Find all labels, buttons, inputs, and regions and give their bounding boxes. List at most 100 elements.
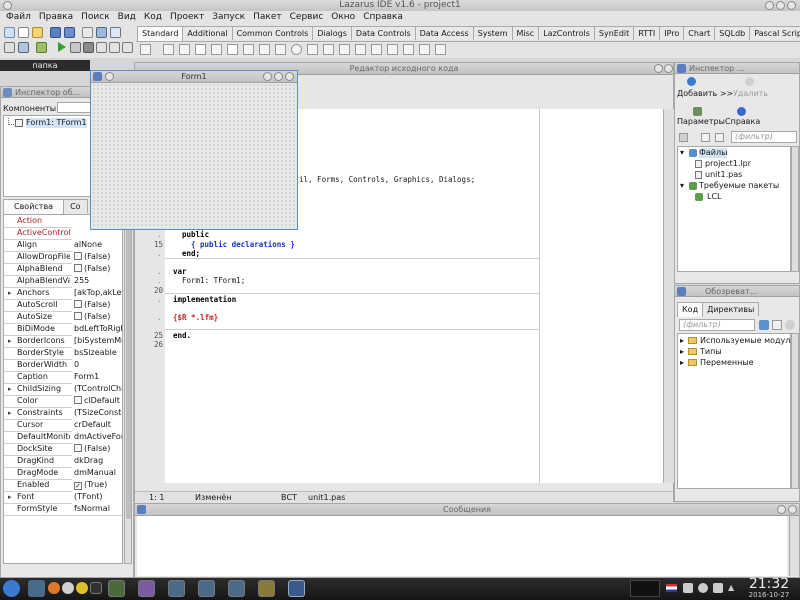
open-icon[interactable]	[32, 27, 43, 38]
tab-properties[interactable]: Свойства	[3, 199, 65, 214]
task-lazarus-4-icon[interactable]	[198, 580, 215, 597]
property-value[interactable]: alNone	[72, 239, 122, 251]
change-build-mode-icon[interactable]	[36, 42, 47, 53]
menu-item-1[interactable]: Правка	[35, 11, 77, 23]
palette-tab-lazcontrols[interactable]: LazControls	[538, 26, 595, 40]
project-filter-input[interactable]: (фильтр)	[731, 131, 797, 143]
checkbox-icon[interactable]	[74, 264, 82, 272]
step-over-icon[interactable]	[109, 42, 120, 53]
palette-checkbox-icon[interactable]	[275, 44, 286, 55]
palette-tab-chart[interactable]: Chart	[683, 26, 716, 40]
property-row-formstyle[interactable]: FormStyle fsNormal	[4, 503, 122, 516]
menu-item-3[interactable]: Вид	[114, 11, 140, 23]
network-icon[interactable]	[713, 583, 723, 593]
form-design-surface[interactable]	[92, 83, 296, 229]
pause-icon[interactable]	[70, 42, 81, 53]
task-lazarus-2-icon[interactable]	[138, 580, 155, 597]
palette-tab-data-controls[interactable]: Data Controls	[350, 26, 416, 40]
property-value[interactable]: Form1	[72, 371, 122, 383]
tab-directives[interactable]: Директивы	[702, 302, 760, 316]
task-lazarus-1-icon[interactable]	[108, 580, 125, 597]
tree-expand-icon[interactable]: ▸	[680, 347, 684, 357]
messages-menu-icon[interactable]	[777, 505, 786, 514]
form-designer-close-icon[interactable]	[285, 72, 294, 81]
property-value[interactable]: (False)	[72, 443, 122, 455]
tree-item-lcl[interactable]: LCL	[707, 192, 722, 202]
view-units-icon[interactable]	[110, 27, 121, 38]
property-value[interactable]: (TFont)	[72, 491, 122, 503]
palette-tab-dialogs[interactable]: Dialogs	[312, 26, 352, 40]
property-value[interactable]: (False)	[72, 299, 122, 311]
property-value[interactable]: dkDrag	[72, 455, 122, 467]
open-file-icon[interactable]	[679, 133, 688, 142]
terminal-icon[interactable]	[90, 582, 102, 594]
property-value[interactable]: (TSizeConstra	[72, 407, 122, 419]
palette-radiogroup-icon[interactable]	[371, 44, 382, 55]
property-value[interactable]: clDefault	[72, 395, 122, 407]
palette-mainmenu-icon[interactable]	[163, 44, 174, 55]
task-lazarus-6-icon[interactable]	[258, 580, 275, 597]
property-value[interactable]: [akTop,akLeft]	[72, 287, 122, 299]
messages-scrollbar[interactable]	[789, 516, 799, 576]
palette-listbox-icon[interactable]	[307, 44, 318, 55]
palette-memo-icon[interactable]	[243, 44, 254, 55]
new-form-icon[interactable]	[4, 27, 15, 38]
checkbox-icon[interactable]	[74, 444, 82, 452]
property-value[interactable]: dmManual	[72, 467, 122, 479]
palette-button-icon[interactable]	[195, 44, 206, 55]
palette-scrollbar-icon[interactable]	[339, 44, 350, 55]
run-icon[interactable]	[58, 42, 66, 52]
menu-item-6[interactable]: Запуск	[208, 11, 249, 23]
browser-icon[interactable]	[48, 582, 60, 594]
save-all-icon[interactable]	[64, 27, 75, 38]
tree-item-unit1-pas[interactable]: unit1.pas	[705, 170, 742, 180]
property-value[interactable]: dmActiveForm	[72, 431, 122, 443]
step-out-icon[interactable]	[122, 42, 133, 53]
palette-tab-ipro[interactable]: IPro	[659, 26, 685, 40]
start-menu-icon[interactable]	[3, 580, 20, 597]
project-tree[interactable]: ▾ Файлы project1.lpr unit1.pas ▾ Требуем…	[677, 146, 791, 272]
menu-item-8[interactable]: Сервис	[286, 11, 328, 23]
property-expand-icon[interactable]: ▸	[8, 407, 12, 419]
menu-item-0[interactable]: Файл	[2, 11, 35, 23]
property-value[interactable]: (False)	[72, 311, 122, 323]
tab-events[interactable]: Co	[63, 199, 88, 213]
palette-panel-icon[interactable]	[403, 44, 414, 55]
task-lazarus-5-icon[interactable]	[228, 580, 245, 597]
palette-frame-icon[interactable]	[419, 44, 430, 55]
property-value[interactable]: [biSystemMen	[72, 335, 122, 347]
form-designer-pin-icon[interactable]	[105, 72, 114, 81]
toggle-form-icon[interactable]	[96, 27, 107, 38]
menu-item-9[interactable]: Окно	[327, 11, 359, 23]
tree-expand-icon[interactable]: ▸	[680, 336, 684, 346]
palette-tab-rtti[interactable]: RTTI	[633, 26, 661, 40]
property-value[interactable]: bdLeftToRight	[72, 323, 122, 335]
checkbox-icon[interactable]	[74, 312, 82, 320]
menu-item-2[interactable]: Поиск	[77, 11, 114, 23]
property-value[interactable]: (False)	[72, 251, 122, 263]
property-value[interactable]: (TControlChild	[72, 383, 122, 395]
palette-tab-synedit[interactable]: SynEdit	[593, 26, 635, 40]
code-tree-item[interactable]: Используемые модули	[700, 336, 790, 346]
tree-item-files[interactable]: Файлы	[699, 148, 728, 158]
property-value[interactable]: fsNormal	[72, 503, 122, 515]
palette-tab-standard[interactable]: Standard	[137, 26, 184, 41]
property-expand-icon[interactable]: ▸	[8, 383, 12, 395]
palette-actionlist-icon[interactable]	[435, 44, 446, 55]
add-button[interactable]: Добавить >>	[677, 89, 733, 98]
menu-item-4[interactable]: Код	[140, 11, 166, 23]
sort-icon[interactable]	[701, 133, 710, 142]
chrome-icon[interactable]	[76, 582, 88, 594]
directory-icon[interactable]	[715, 133, 724, 142]
show-desktop-icon[interactable]	[28, 580, 45, 597]
minimize-icon[interactable]	[765, 1, 774, 10]
new-form2-icon[interactable]	[82, 27, 93, 38]
code-tree-item[interactable]: Типы	[700, 347, 722, 357]
maximize-icon[interactable]	[776, 1, 785, 10]
app-icon[interactable]	[3, 1, 12, 10]
tree-expand-files[interactable]: ▾	[680, 148, 684, 158]
files-icon[interactable]	[62, 582, 74, 594]
wifi-icon[interactable]	[698, 583, 708, 593]
step-into-icon[interactable]	[96, 42, 107, 53]
form-designer-maximize-icon[interactable]	[274, 72, 283, 81]
